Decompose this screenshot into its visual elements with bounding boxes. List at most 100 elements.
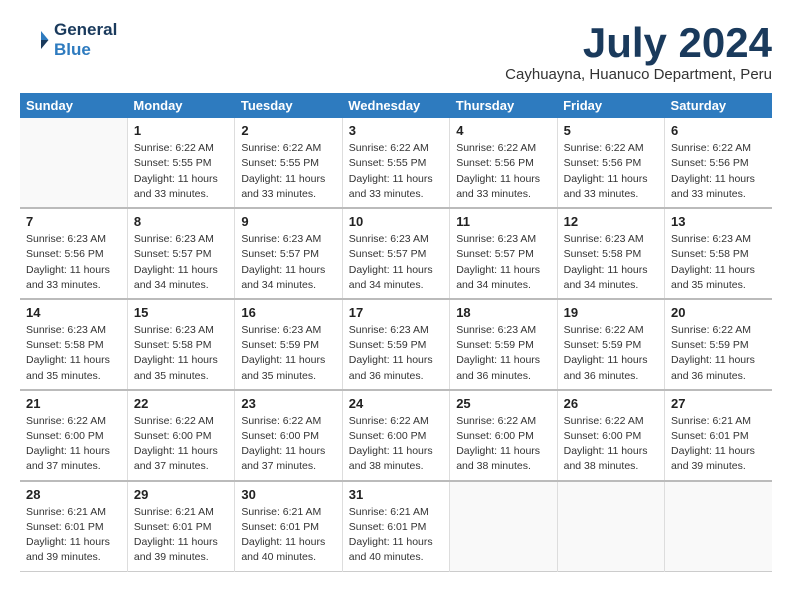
- calendar-cell: 5Sunrise: 6:22 AM Sunset: 5:56 PM Daylig…: [557, 118, 664, 208]
- calendar-cell: 1 Sunrise: 6:22 AM Sunset: 5:55 PM Daylig…: [127, 118, 234, 208]
- logo-text: General Blue: [54, 20, 117, 60]
- day-number: 10: [349, 214, 443, 229]
- day-info: Sunrise: 6:22 AM Sunset: 6:00 PM Dayligh…: [564, 414, 658, 475]
- calendar-cell: 28 Sunrise: 6:21 AM Sunset: 6:01 PM Dayli…: [20, 481, 127, 571]
- calendar-week-row: 1 Sunrise: 6:22 AM Sunset: 5:55 PM Daylig…: [20, 118, 772, 208]
- calendar-week-row: 7 Sunrise: 6:23 AM Sunset: 5:56 PM Daylig…: [20, 208, 772, 299]
- calendar-cell: 9Sunrise: 6:23 AM Sunset: 5:57 PM Daylig…: [235, 208, 342, 299]
- day-info: Sunrise: 6:23 AM Sunset: 5:59 PM Dayligh…: [349, 323, 443, 384]
- day-number: 6: [671, 123, 766, 138]
- calendar-cell: 7 Sunrise: 6:23 AM Sunset: 5:56 PM Daylig…: [20, 208, 127, 299]
- calendar-cell: 27Sunrise: 6:21 AM Sunset: 6:01 PM Dayli…: [665, 390, 772, 481]
- calendar-cell: 18 Sunrise: 6:23 AM Sunset: 5:59 PM Dayli…: [450, 299, 557, 390]
- weekday-header-wednesday: Wednesday: [342, 93, 449, 118]
- calendar-cell: [557, 481, 664, 571]
- day-number: 11: [456, 214, 550, 229]
- calendar-cell: 4 Sunrise: 6:22 AM Sunset: 5:56 PM Daylig…: [450, 118, 557, 208]
- day-info: Sunrise: 6:22 AM Sunset: 5:55 PM Dayligh…: [241, 141, 335, 202]
- calendar-cell: 23Sunrise: 6:22 AM Sunset: 6:00 PM Dayli…: [235, 390, 342, 481]
- day-info: Sunrise: 6:22 AM Sunset: 5:56 PM Dayligh…: [564, 141, 658, 202]
- day-info: Sunrise: 6:23 AM Sunset: 5:57 PM Dayligh…: [456, 232, 550, 293]
- calendar-cell: 12 Sunrise: 6:23 AM Sunset: 5:58 PM Dayli…: [557, 208, 664, 299]
- calendar-cell: 24 Sunrise: 6:22 AM Sunset: 6:00 PM Dayli…: [342, 390, 449, 481]
- day-number: 23: [241, 396, 335, 411]
- day-number: 16: [241, 305, 335, 320]
- day-info: Sunrise: 6:23 AM Sunset: 5:57 PM Dayligh…: [134, 232, 228, 293]
- day-number: 1: [134, 123, 228, 138]
- calendar-cell: 15 Sunrise: 6:23 AM Sunset: 5:58 PM Dayli…: [127, 299, 234, 390]
- day-number: 27: [671, 396, 766, 411]
- day-number: 15: [134, 305, 228, 320]
- calendar-cell: 22Sunrise: 6:22 AM Sunset: 6:00 PM Dayli…: [127, 390, 234, 481]
- calendar-cell: 31 Sunrise: 6:21 AM Sunset: 6:01 PM Dayli…: [342, 481, 449, 571]
- calendar-cell: 20 Sunrise: 6:22 AM Sunset: 5:59 PM Dayli…: [665, 299, 772, 390]
- calendar-title: July 2024: [505, 20, 772, 66]
- weekday-header-monday: Monday: [127, 93, 234, 118]
- day-number: 31: [349, 487, 443, 502]
- day-info: Sunrise: 6:21 AM Sunset: 6:01 PM Dayligh…: [134, 505, 228, 566]
- day-number: 24: [349, 396, 443, 411]
- day-number: 22: [134, 396, 228, 411]
- day-number: 30: [241, 487, 335, 502]
- calendar-cell: 17 Sunrise: 6:23 AM Sunset: 5:59 PM Dayli…: [342, 299, 449, 390]
- calendar-table: SundayMondayTuesdayWednesdayThursdayFrid…: [20, 93, 772, 571]
- day-info: Sunrise: 6:23 AM Sunset: 5:56 PM Dayligh…: [26, 232, 121, 293]
- calendar-cell: 13 Sunrise: 6:23 AM Sunset: 5:58 PM Dayli…: [665, 208, 772, 299]
- day-info: Sunrise: 6:23 AM Sunset: 5:58 PM Dayligh…: [671, 232, 766, 293]
- calendar-cell: [20, 118, 127, 208]
- title-area: July 2024 Cayhuayna, Huanuco Department,…: [505, 20, 772, 83]
- day-number: 29: [134, 487, 228, 502]
- weekday-header-tuesday: Tuesday: [235, 93, 342, 118]
- day-info: Sunrise: 6:23 AM Sunset: 5:58 PM Dayligh…: [26, 323, 121, 384]
- day-number: 13: [671, 214, 766, 229]
- day-number: 4: [456, 123, 550, 138]
- calendar-cell: 25Sunrise: 6:22 AM Sunset: 6:00 PM Dayli…: [450, 390, 557, 481]
- calendar-cell: 10Sunrise: 6:23 AM Sunset: 5:57 PM Dayli…: [342, 208, 449, 299]
- day-number: 20: [671, 305, 766, 320]
- logo: General Blue: [20, 20, 117, 60]
- calendar-cell: 8 Sunrise: 6:23 AM Sunset: 5:57 PM Daylig…: [127, 208, 234, 299]
- day-info: Sunrise: 6:22 AM Sunset: 5:56 PM Dayligh…: [456, 141, 550, 202]
- day-info: Sunrise: 6:22 AM Sunset: 6:00 PM Dayligh…: [456, 414, 550, 475]
- day-info: Sunrise: 6:22 AM Sunset: 6:00 PM Dayligh…: [26, 414, 121, 475]
- weekday-header-saturday: Saturday: [665, 93, 772, 118]
- calendar-week-row: 14 Sunrise: 6:23 AM Sunset: 5:58 PM Dayli…: [20, 299, 772, 390]
- day-info: Sunrise: 6:23 AM Sunset: 5:59 PM Dayligh…: [241, 323, 335, 384]
- logo-icon: [20, 25, 50, 55]
- day-info: Sunrise: 6:22 AM Sunset: 5:59 PM Dayligh…: [671, 323, 766, 384]
- day-number: 28: [26, 487, 121, 502]
- day-info: Sunrise: 6:23 AM Sunset: 5:58 PM Dayligh…: [564, 232, 658, 293]
- day-info: Sunrise: 6:23 AM Sunset: 5:58 PM Dayligh…: [134, 323, 228, 384]
- day-number: 7: [26, 214, 121, 229]
- day-number: 18: [456, 305, 550, 320]
- calendar-cell: 26 Sunrise: 6:22 AM Sunset: 6:00 PM Dayli…: [557, 390, 664, 481]
- day-info: Sunrise: 6:21 AM Sunset: 6:01 PM Dayligh…: [26, 505, 121, 566]
- calendar-cell: 19Sunrise: 6:22 AM Sunset: 5:59 PM Dayli…: [557, 299, 664, 390]
- weekday-header-row: SundayMondayTuesdayWednesdayThursdayFrid…: [20, 93, 772, 118]
- calendar-cell: 14 Sunrise: 6:23 AM Sunset: 5:58 PM Dayli…: [20, 299, 127, 390]
- day-number: 21: [26, 396, 121, 411]
- day-number: 14: [26, 305, 121, 320]
- day-number: 8: [134, 214, 228, 229]
- calendar-subtitle: Cayhuayna, Huanuco Department, Peru: [505, 66, 772, 83]
- day-info: Sunrise: 6:22 AM Sunset: 6:00 PM Dayligh…: [349, 414, 443, 475]
- day-info: Sunrise: 6:22 AM Sunset: 5:56 PM Dayligh…: [671, 141, 766, 202]
- day-info: Sunrise: 6:22 AM Sunset: 5:55 PM Dayligh…: [349, 141, 443, 202]
- day-info: Sunrise: 6:21 AM Sunset: 6:01 PM Dayligh…: [241, 505, 335, 566]
- calendar-cell: 29 Sunrise: 6:21 AM Sunset: 6:01 PM Dayli…: [127, 481, 234, 571]
- weekday-header-thursday: Thursday: [450, 93, 557, 118]
- day-number: 12: [564, 214, 658, 229]
- header: General Blue July 2024 Cayhuayna, Huanuc…: [20, 20, 772, 83]
- day-info: Sunrise: 6:23 AM Sunset: 5:57 PM Dayligh…: [241, 232, 335, 293]
- day-number: 26: [564, 396, 658, 411]
- day-info: Sunrise: 6:22 AM Sunset: 5:59 PM Dayligh…: [564, 323, 658, 384]
- calendar-cell: 2Sunrise: 6:22 AM Sunset: 5:55 PM Daylig…: [235, 118, 342, 208]
- calendar-week-row: 28 Sunrise: 6:21 AM Sunset: 6:01 PM Dayli…: [20, 481, 772, 571]
- calendar-cell: 16 Sunrise: 6:23 AM Sunset: 5:59 PM Dayli…: [235, 299, 342, 390]
- day-info: Sunrise: 6:23 AM Sunset: 5:59 PM Dayligh…: [456, 323, 550, 384]
- calendar-cell: 21 Sunrise: 6:22 AM Sunset: 6:00 PM Dayli…: [20, 390, 127, 481]
- calendar-week-row: 21 Sunrise: 6:22 AM Sunset: 6:00 PM Dayli…: [20, 390, 772, 481]
- day-info: Sunrise: 6:22 AM Sunset: 5:55 PM Dayligh…: [134, 141, 228, 202]
- day-info: Sunrise: 6:21 AM Sunset: 6:01 PM Dayligh…: [349, 505, 443, 566]
- day-number: 17: [349, 305, 443, 320]
